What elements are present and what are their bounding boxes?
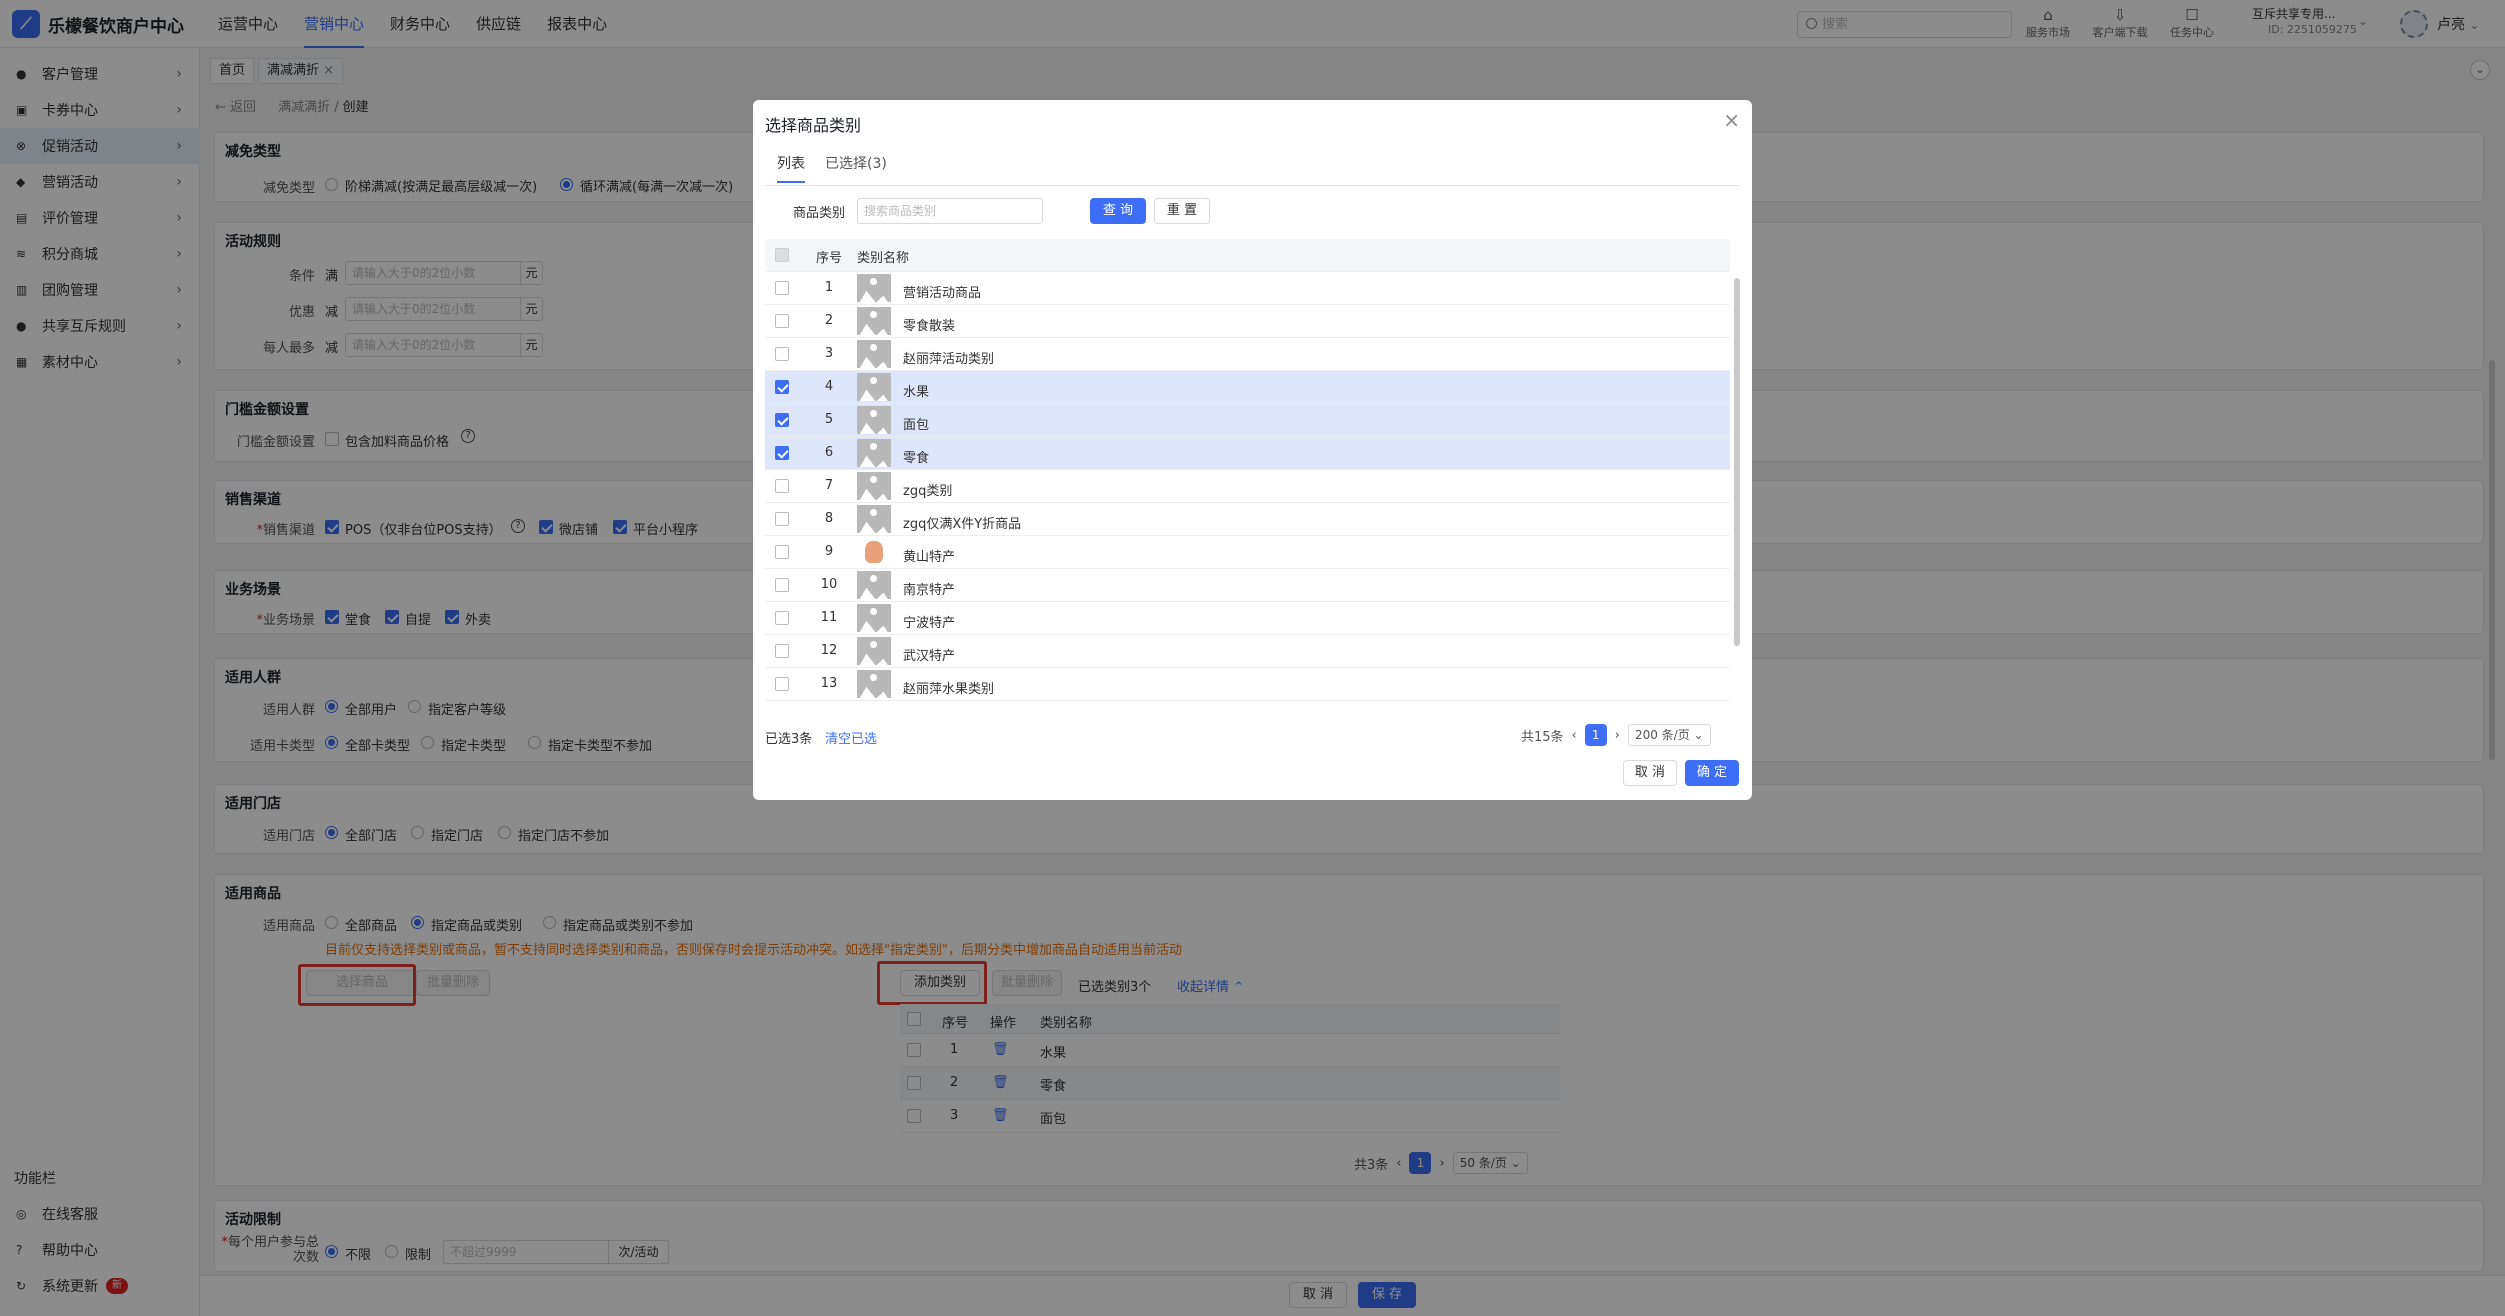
row-no: 8 (824, 511, 834, 526)
row-no: 7 (824, 478, 834, 493)
row-checkbox[interactable] (775, 347, 789, 361)
row-no: 2 (824, 313, 834, 328)
row-no: 9 (824, 544, 834, 559)
row-no: 12 (820, 643, 838, 658)
dialog-confirm-button[interactable]: 确 定 (1685, 760, 1739, 786)
category-thumbnail (857, 373, 891, 401)
row-checkbox[interactable] (775, 677, 789, 691)
list-item[interactable]: 1 营销活动商品 (765, 272, 1730, 305)
row-name: 宁波特产 (903, 616, 956, 631)
row-name: 营销活动商品 (903, 286, 982, 301)
row-no: 4 (824, 379, 834, 394)
query-button[interactable]: 查 询 (1090, 198, 1146, 224)
category-thumbnail (857, 406, 891, 434)
row-name: 面包 (903, 418, 930, 433)
list-item[interactable]: 10 南京特产 (765, 569, 1730, 602)
list-item[interactable]: 8 zgq仅满X件Y折商品 (765, 503, 1730, 536)
row-checkbox[interactable] (775, 611, 789, 625)
category-thumbnail (857, 472, 891, 500)
tab-selected[interactable]: 已选择(3) (825, 153, 887, 173)
list-item[interactable]: 13 赵丽萍水果类别 (765, 668, 1730, 701)
row-checkbox[interactable] (775, 446, 789, 460)
col-header: 序号 (815, 251, 842, 266)
page-size-select[interactable]: 200 条/页 ⌄ (1627, 724, 1711, 746)
list-item[interactable]: 7 zgq类别 (765, 470, 1730, 503)
category-thumbnail (857, 670, 891, 698)
reset-button[interactable]: 重 置 (1154, 198, 1210, 224)
select-all-checkbox[interactable] (775, 248, 789, 262)
row-name: 零食 (903, 451, 930, 466)
row-no: 13 (820, 676, 838, 691)
category-list-table: 序号 类别名称 1 营销活动商品 2 零食散装 3 赵丽萍活动类别 4 水果 5 面包 6 零食 7 zg… (765, 239, 1740, 709)
row-name: 水果 (903, 385, 930, 400)
list-scrollbar[interactable] (1734, 278, 1740, 646)
row-checkbox[interactable] (775, 314, 789, 328)
table-header: 序号 类别名称 (765, 239, 1730, 272)
list-item[interactable]: 6 零食 (765, 437, 1730, 470)
next-page-button[interactable]: › (1615, 728, 1620, 743)
row-name: 赵丽萍活动类别 (903, 352, 995, 367)
category-thumbnail (857, 439, 891, 467)
row-name: 零食散装 (903, 319, 956, 334)
list-item[interactable]: 9 黄山特产 (765, 536, 1730, 569)
category-thumbnail (857, 571, 891, 599)
row-no: 5 (824, 412, 834, 427)
select-category-dialog: 选择商品类别 × 列表 已选择(3) 商品类别 搜索商品类别 查 询 重 置 序… (753, 100, 1752, 800)
filter-label: 商品类别 (793, 206, 846, 221)
selected-count: 已选3条 (765, 732, 813, 747)
row-checkbox[interactable] (775, 413, 789, 427)
list-item[interactable]: 3 赵丽萍活动类别 (765, 338, 1730, 371)
row-checkbox[interactable] (775, 380, 789, 394)
tab-divider (765, 185, 1740, 186)
row-checkbox[interactable] (775, 644, 789, 658)
row-checkbox[interactable] (775, 545, 789, 559)
list-item[interactable]: 11 宁波特产 (765, 602, 1730, 635)
row-name: 南京特产 (903, 583, 956, 598)
col-header: 类别名称 (857, 251, 910, 266)
category-thumbnail (857, 637, 891, 665)
category-thumbnail (857, 505, 891, 533)
row-no: 1 (824, 280, 834, 295)
close-icon[interactable]: × (1723, 108, 1740, 132)
category-thumbnail (857, 340, 891, 368)
list-item[interactable]: 4 水果 (765, 371, 1730, 404)
category-thumbnail (857, 307, 891, 335)
row-no: 3 (824, 346, 834, 361)
row-checkbox[interactable] (775, 479, 789, 493)
category-search-input[interactable]: 搜索商品类别 (857, 198, 1043, 224)
dialog-pagination: 共15条 ‹ 1 › 200 条/页 ⌄ (1521, 724, 1711, 746)
dialog-cancel-button[interactable]: 取 消 (1623, 760, 1677, 786)
row-no: 6 (824, 445, 834, 460)
row-name: 黄山特产 (903, 550, 956, 565)
current-page[interactable]: 1 (1584, 724, 1607, 746)
clear-selected-link[interactable]: 清空已选 (825, 728, 877, 747)
category-thumbnail (857, 604, 891, 632)
tab-list[interactable]: 列表 (777, 153, 805, 183)
row-name: zgq仅满X件Y折商品 (903, 517, 1022, 532)
list-item[interactable]: 12 武汉特产 (765, 635, 1730, 668)
row-checkbox[interactable] (775, 512, 789, 526)
row-checkbox[interactable] (775, 578, 789, 592)
category-thumbnail (857, 274, 891, 302)
row-name: 武汉特产 (903, 649, 956, 664)
list-item[interactable]: 5 面包 (765, 404, 1730, 437)
dialog-title: 选择商品类别 (765, 116, 862, 135)
list-item[interactable]: 2 零食散装 (765, 305, 1730, 338)
row-name: zgq类别 (903, 484, 953, 499)
total-count: 共15条 (1521, 729, 1564, 745)
row-no: 11 (820, 610, 838, 625)
category-thumbnail (857, 538, 891, 566)
row-checkbox[interactable] (775, 281, 789, 295)
row-name: 赵丽萍水果类别 (903, 682, 995, 697)
prev-page-button[interactable]: ‹ (1572, 728, 1577, 743)
row-no: 10 (820, 577, 838, 592)
